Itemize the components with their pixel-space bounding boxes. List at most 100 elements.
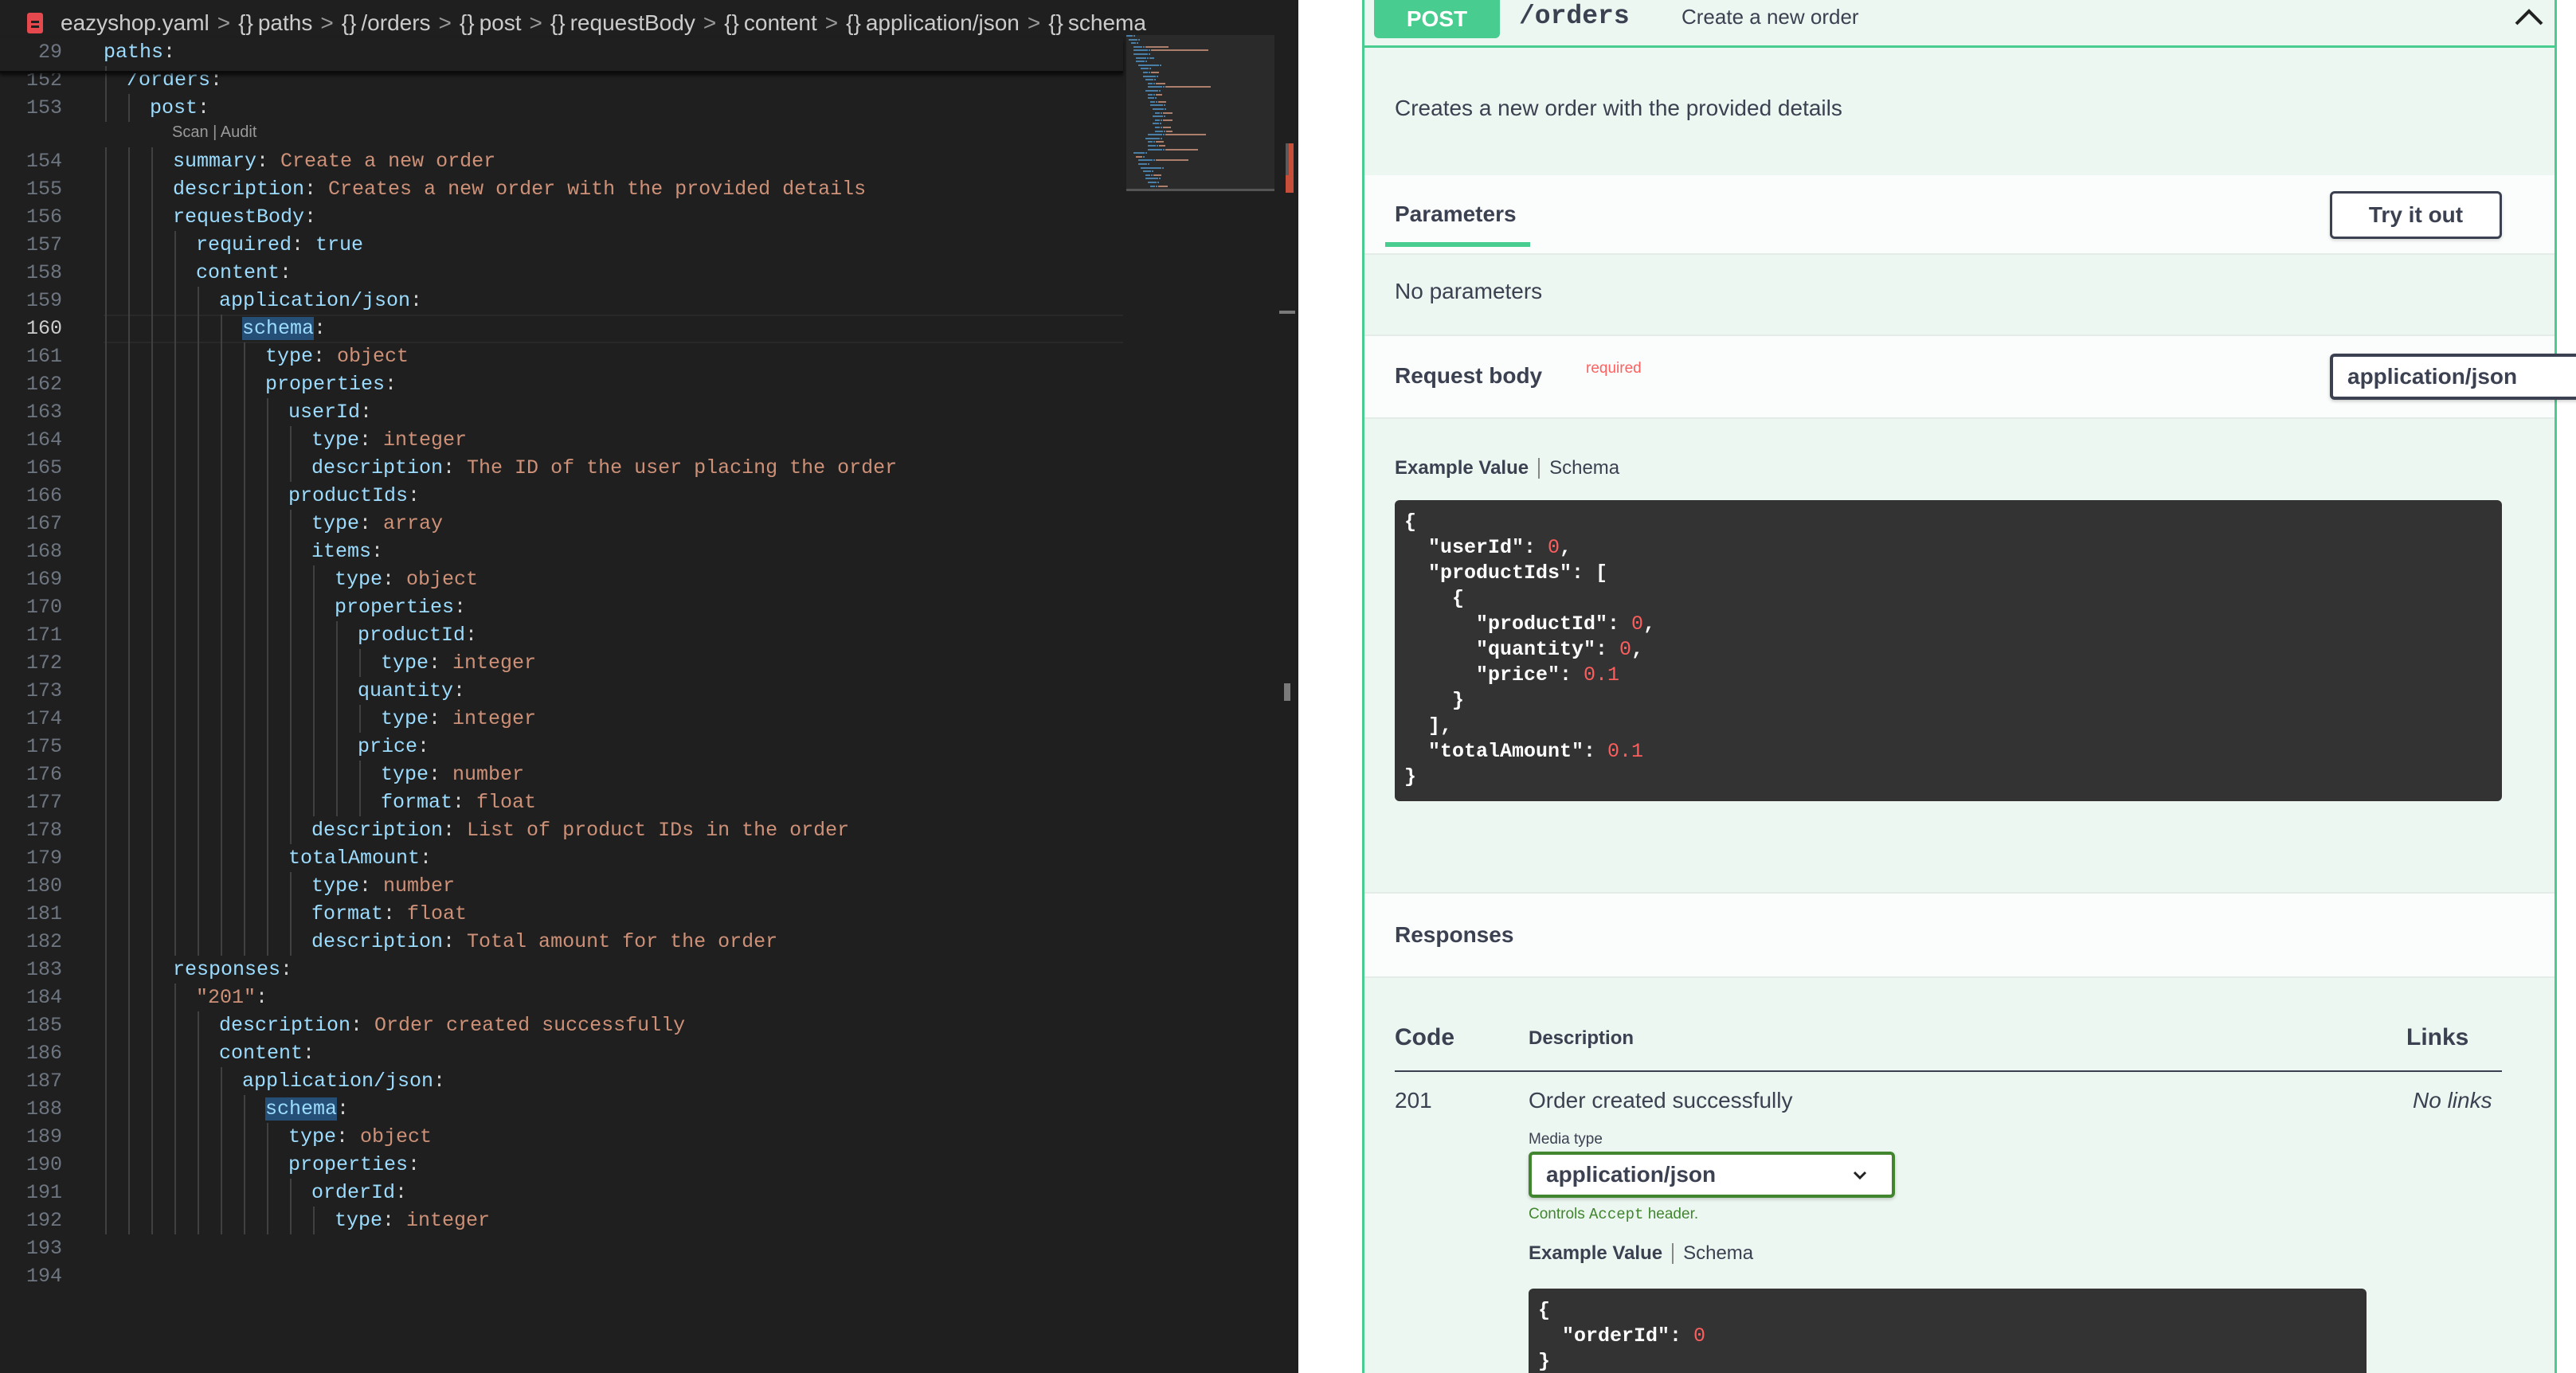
- code-line[interactable]: 164 type: integer: [0, 426, 1123, 455]
- code-text: type: number: [311, 872, 455, 901]
- code-line[interactable]: 174 type: integer: [0, 705, 1123, 733]
- indent-guide: [128, 621, 130, 649]
- code-line[interactable]: 173 quantity:: [0, 677, 1123, 706]
- breadcrumb-item[interactable]: requestBody: [570, 10, 695, 36]
- response-description: Order created successfully: [1529, 1088, 1793, 1113]
- code-line[interactable]: 177 format: float: [0, 788, 1123, 817]
- code-line[interactable]: 172 type: integer: [0, 649, 1123, 678]
- indent-guide: [267, 649, 268, 677]
- code-lens-scan-audit[interactable]: Scan | Audit: [172, 123, 256, 142]
- indent-guide: [221, 342, 222, 370]
- response-media-type-select[interactable]: application/json: [1529, 1152, 1895, 1198]
- indent-guide: [105, 1179, 107, 1207]
- code-line[interactable]: 159 application/json:: [0, 287, 1123, 315]
- code-line[interactable]: 188 schema:: [0, 1095, 1123, 1124]
- breadcrumb-item[interactable]: paths: [258, 10, 313, 36]
- code-line[interactable]: 191 orderId:: [0, 1179, 1123, 1207]
- code-line[interactable]: 166 productIds:: [0, 482, 1123, 510]
- code-line[interactable]: 170 properties:: [0, 593, 1123, 622]
- response-example-tabs: Example Value Schema: [1529, 1242, 1753, 1265]
- code-line[interactable]: 181 format: float: [0, 900, 1123, 929]
- scrollbar-thumb[interactable]: [1286, 143, 1289, 175]
- chevron-up-icon[interactable]: [2511, 5, 2547, 29]
- code-line[interactable]: 171 productId:: [0, 621, 1123, 650]
- code-line[interactable]: 162 properties:: [0, 370, 1123, 399]
- code-line[interactable]: 179 totalAmount:: [0, 844, 1123, 873]
- code-line[interactable]: 187 application/json:: [0, 1067, 1123, 1096]
- code-token: description: [311, 930, 444, 953]
- code-line[interactable]: 185 description: Order created successful…: [0, 1011, 1123, 1040]
- code-token: :: [256, 986, 268, 1009]
- indent-guide: [267, 454, 268, 482]
- code-line[interactable]: 189 type: object: [0, 1123, 1123, 1152]
- responses-title: Responses: [1395, 922, 1514, 947]
- indent-guide: [105, 1067, 107, 1095]
- operation-header[interactable]: POST /orders Create a new order: [1364, 0, 2554, 48]
- code-line[interactable]: 180 type: number: [0, 872, 1123, 901]
- code-text: productId:: [358, 621, 477, 650]
- indent-guide: [151, 370, 153, 398]
- indent-guide: [174, 649, 176, 677]
- code-line[interactable]: 193: [0, 1234, 1123, 1263]
- controls-accept-note: Controls Accept header.: [1529, 1206, 1698, 1223]
- code-line[interactable]: 163 userId:: [0, 398, 1123, 427]
- code-line[interactable]: 194: [0, 1262, 1123, 1291]
- tab-example-value[interactable]: Example Value: [1395, 457, 1529, 479]
- indent-guide: [221, 1207, 222, 1234]
- breadcrumb-item[interactable]: /orders: [361, 10, 430, 36]
- breadcrumb-file[interactable]: eazyshop.yaml: [61, 10, 209, 36]
- code-line[interactable]: 158 content:: [0, 259, 1123, 288]
- tab-schema[interactable]: Schema: [1549, 457, 1619, 479]
- breadcrumb-item[interactable]: application/json: [866, 10, 1020, 36]
- no-parameters-text: No parameters: [1395, 279, 1543, 303]
- code-line[interactable]: 190 properties:: [0, 1151, 1123, 1179]
- line-number: 185: [25, 1014, 62, 1037]
- code-line[interactable]: 165 description: The ID of the user placi…: [0, 454, 1123, 483]
- code-line[interactable]: 155 description: Creates a new order with…: [0, 175, 1123, 204]
- tab-schema[interactable]: Schema: [1683, 1242, 1753, 1265]
- breadcrumb-item[interactable]: schema: [1068, 10, 1146, 36]
- indent-guide: [359, 649, 361, 677]
- code-line[interactable]: 161 type: object: [0, 342, 1123, 371]
- request-media-type-select[interactable]: application/json: [2330, 354, 2576, 400]
- example-code-line: }: [1404, 765, 2492, 790]
- code-line[interactable]: 183 responses:: [0, 956, 1123, 984]
- code-line[interactable]: 154 summary: Create a new order: [0, 147, 1123, 176]
- minimap-slider[interactable]: [1126, 35, 1274, 191]
- scrollbar-marker: [1284, 683, 1290, 701]
- json-text: {: [1404, 510, 1417, 534]
- code-text: price:: [358, 733, 429, 761]
- try-it-out-button[interactable]: Try it out: [2330, 191, 2502, 239]
- indent-guide: [336, 761, 338, 788]
- code-line[interactable]: 160 schema:: [0, 315, 1123, 343]
- code-line[interactable]: 182 description: Total amount for the ord…: [0, 928, 1123, 956]
- code-line[interactable]: 192 type: integer: [0, 1207, 1123, 1235]
- breadcrumb-item[interactable]: post: [480, 10, 522, 36]
- code-token: :: [443, 456, 468, 479]
- required-badge: required: [1586, 360, 1642, 377]
- code-line[interactable]: 153 post:: [0, 94, 1123, 123]
- code-line[interactable]: 178 description: List of product IDs in t…: [0, 816, 1123, 845]
- tab-parameters[interactable]: Parameters: [1395, 201, 1517, 227]
- code-line[interactable]: 169 type: object: [0, 565, 1123, 594]
- indent-guide: [198, 649, 199, 677]
- indent-guide: [128, 1067, 130, 1095]
- code-line[interactable]: 156 requestBody:: [0, 203, 1123, 232]
- code-line[interactable]: 167 type: array: [0, 510, 1123, 538]
- indent-guide: [128, 426, 130, 454]
- code-line[interactable]: 168 items:: [0, 538, 1123, 566]
- code-line[interactable]: 184 "201":: [0, 984, 1123, 1012]
- indent-guide: [128, 788, 130, 816]
- code-line[interactable]: 186 content:: [0, 1039, 1123, 1068]
- code-line[interactable]: 157 required: true: [0, 231, 1123, 260]
- indent-guide: [174, 482, 176, 510]
- code-line[interactable]: 175 price:: [0, 733, 1123, 761]
- indent-guide: [151, 175, 153, 203]
- code-token: format: [381, 791, 453, 814]
- indent-guide: [336, 733, 338, 761]
- line-number: 167: [25, 512, 62, 535]
- code-editor[interactable]: eazyshop.yaml > {} paths > {}/orders > {}…: [0, 0, 1298, 1373]
- tab-example-value[interactable]: Example Value: [1529, 1242, 1662, 1265]
- breadcrumb-item[interactable]: content: [744, 10, 817, 36]
- code-line[interactable]: 176 type: number: [0, 761, 1123, 789]
